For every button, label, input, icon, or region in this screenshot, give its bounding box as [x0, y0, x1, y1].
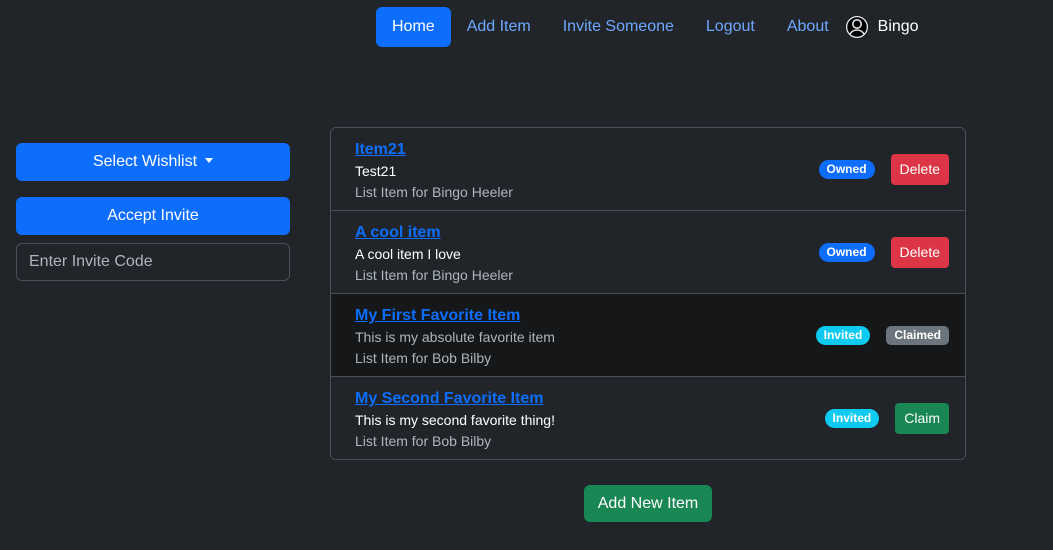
accept-invite-button[interactable]: Accept Invite — [16, 197, 290, 235]
user-menu[interactable]: Bingo — [845, 15, 919, 39]
list-item: My First Favorite Item This is my absolu… — [331, 294, 965, 377]
list-item: A cool item A cool item I love List Item… — [331, 211, 965, 294]
item-actions: Invited Claimed — [815, 294, 949, 376]
list-item: My Second Favorite Item This is my secon… — [331, 377, 965, 459]
owned-badge: Owned — [818, 159, 875, 179]
select-wishlist-dropdown[interactable]: Select Wishlist — [16, 143, 290, 181]
owned-badge: Owned — [818, 242, 875, 262]
invite-code-input[interactable] — [16, 243, 290, 281]
wishlist-items: Item21 Test21 List Item for Bingo Heeler… — [330, 127, 966, 460]
invited-badge: Invited — [815, 325, 871, 345]
delete-button[interactable]: Delete — [890, 153, 949, 185]
caret-down-icon — [205, 158, 214, 163]
user-circle-icon — [845, 15, 869, 39]
nav-home-link[interactable]: Home — [376, 7, 451, 47]
item-actions: Owned Delete — [818, 211, 949, 293]
delete-button[interactable]: Delete — [890, 236, 949, 268]
nav-about-link[interactable]: About — [771, 7, 845, 47]
select-wishlist-label: Select Wishlist — [92, 153, 198, 170]
item-actions: Invited Claim — [824, 377, 949, 459]
list-item: Item21 Test21 List Item for Bingo Heeler… — [331, 128, 965, 211]
sidebar: Select Wishlist Accept Invite — [16, 143, 290, 281]
nav-logout-link[interactable]: Logout — [690, 7, 771, 47]
claimed-badge: Claimed — [886, 325, 949, 345]
nav-add-item-link[interactable]: Add Item — [451, 7, 547, 47]
invited-badge: Invited — [824, 408, 880, 428]
add-new-item-button[interactable]: Add New Item — [584, 485, 712, 522]
claim-button[interactable]: Claim — [895, 402, 949, 434]
navbar: Home Add Item Invite Someone Logout Abou… — [376, 7, 919, 47]
item-actions: Owned Delete — [818, 128, 949, 210]
nav-invite-someone-link[interactable]: Invite Someone — [547, 7, 690, 47]
user-name: Bingo — [877, 18, 919, 35]
